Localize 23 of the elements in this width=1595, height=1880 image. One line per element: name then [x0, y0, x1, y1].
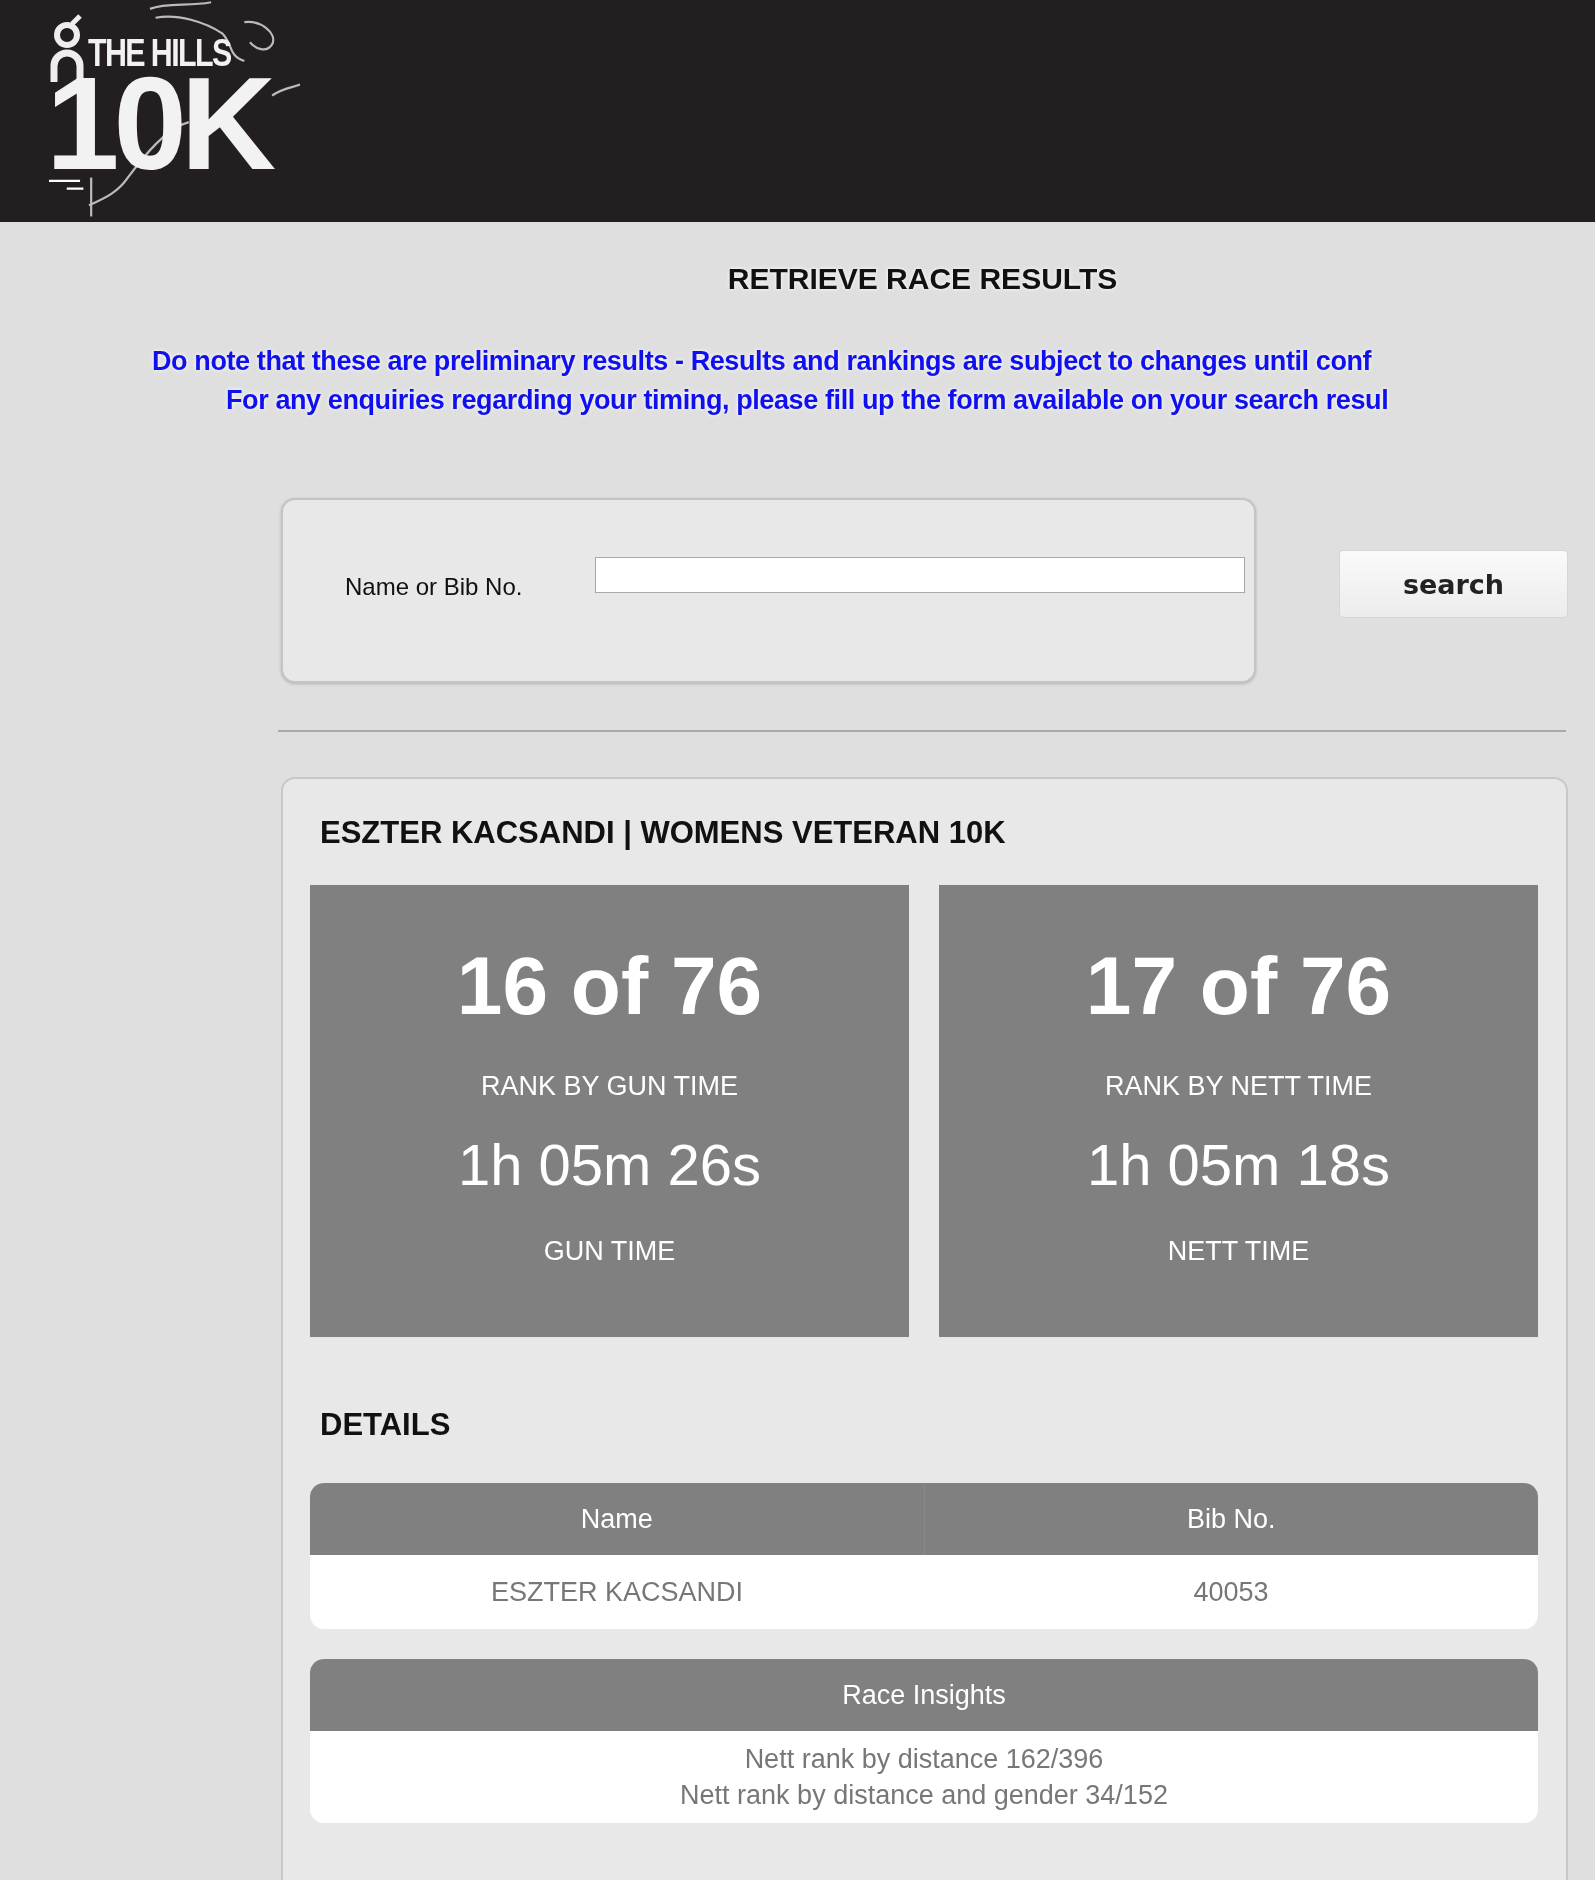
time-label: GUN TIME — [542, 1236, 677, 1267]
section-heading: DETAILS — [320, 1407, 452, 1443]
table-cell-text: ESZTER KACSANDI — [489, 1576, 744, 1609]
page-title: RETRIEVE RACE RESULTS — [726, 261, 1119, 296]
rank-value: 17 of 76 — [1084, 945, 1393, 1027]
time-label: NETT TIME — [1166, 1236, 1311, 1267]
column-header: Race Insights — [310, 1659, 1538, 1731]
column-header: Name — [579, 1503, 654, 1536]
notice-text: For any enquiries regarding your timing, please fill up the form available on your search resul — [225, 384, 1390, 417]
table-cell-text: 40053 — [1192, 1576, 1270, 1609]
rank-label: RANK BY GUN TIME — [479, 1071, 740, 1102]
notice-text: Do note that these are preliminary results - Results and rankings are subject to changes until conf — [151, 345, 1373, 378]
column-header: Bib No. — [923, 1483, 1538, 1555]
insight-text: Nett rank by distance 162/396 — [743, 1743, 1105, 1776]
rank-value: 16 of 76 — [455, 945, 764, 1027]
search-field[interactable] — [595, 556, 1245, 593]
result-title: ESZTER KACSANDI | WOMENS VETERAN 10K — [320, 815, 1007, 851]
time-value: 1h 05m 26s — [456, 1136, 763, 1194]
time-value: 1h 05m 18s — [1085, 1136, 1392, 1194]
search-button[interactable]: search — [1339, 550, 1568, 618]
field-label: Name or Bib No. — [345, 572, 524, 601]
insight-text: Nett rank by distance and gender 34/152 — [679, 1779, 1169, 1812]
rank-label: RANK BY NETT TIME — [1103, 1071, 1374, 1102]
